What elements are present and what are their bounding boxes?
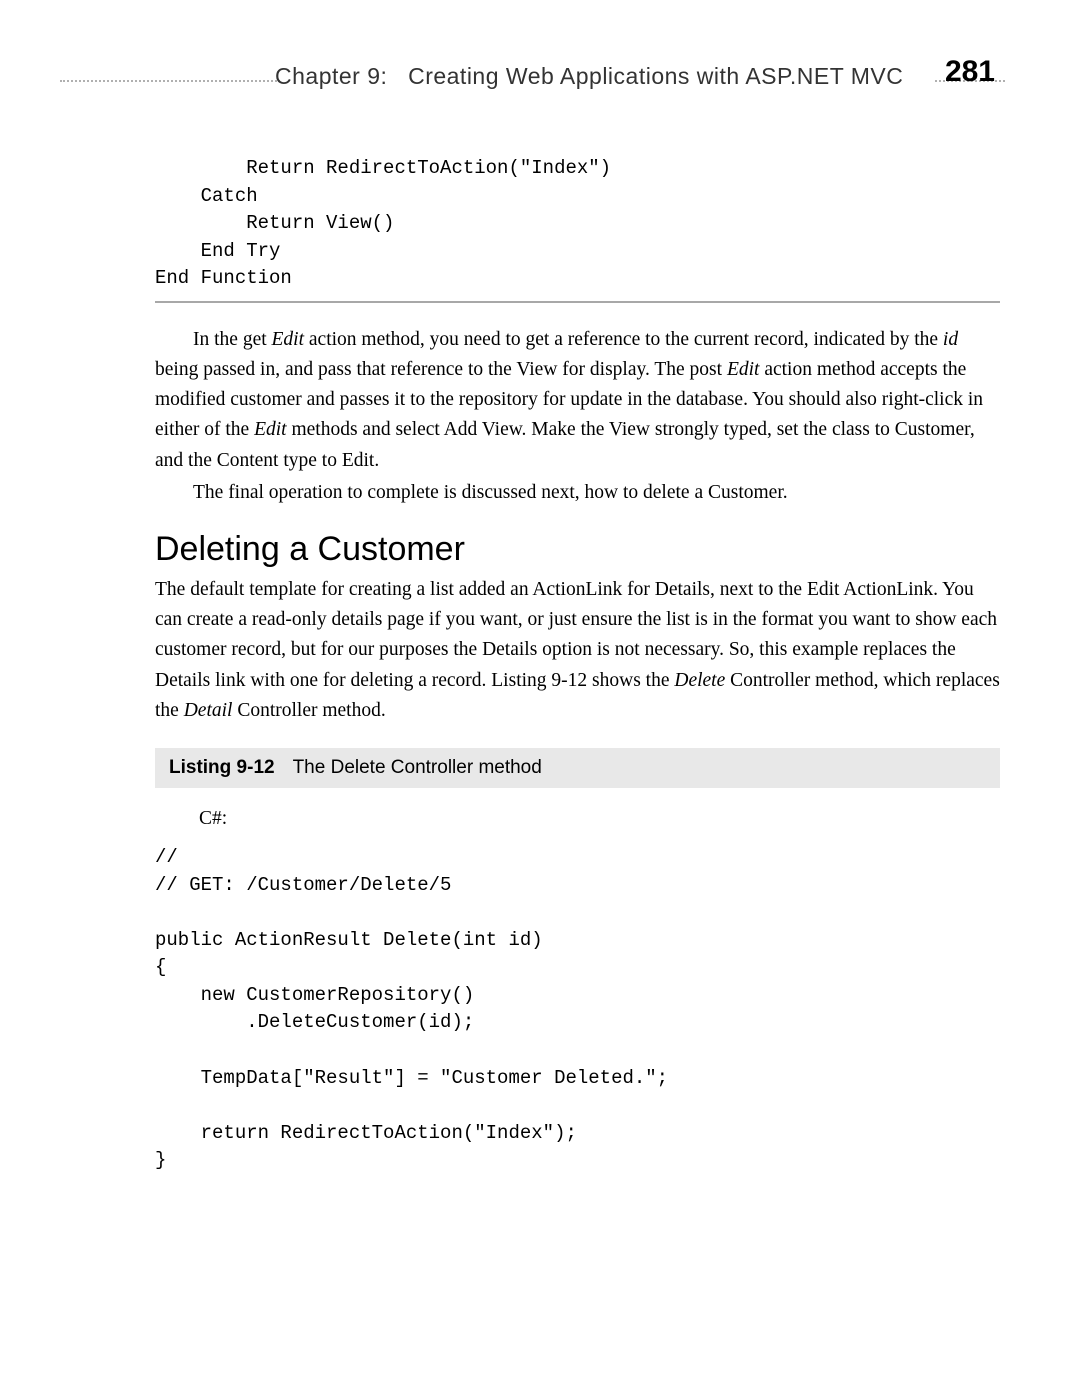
dotted-rule-left — [60, 80, 280, 82]
chapter-name: Creating Web Applications with ASP.NET M… — [408, 63, 903, 89]
listing-title: The Delete Controller method — [293, 757, 542, 778]
language-label: C#: — [199, 808, 1000, 830]
chapter-label: Chapter 9: — [275, 63, 387, 89]
page-number: 281 — [945, 55, 995, 89]
listing-number: Listing 9-12 — [169, 757, 275, 778]
code-block-main: // // GET: /Customer/Delete/5 public Act… — [155, 844, 1000, 1175]
body-paragraph-3: The default template for creating a list… — [155, 575, 1000, 726]
code-block-continuation: Return RedirectToAction("Index") Catch R… — [155, 155, 1000, 293]
divider-rule — [155, 301, 1000, 303]
body-paragraph-1: In the get Edit action method, you need … — [155, 325, 1000, 476]
page-header: Chapter 9: Creating Web Applications wit… — [155, 65, 1000, 95]
chapter-title: Chapter 9: Creating Web Applications wit… — [275, 63, 903, 90]
section-heading: Deleting a Customer — [155, 530, 1000, 569]
body-paragraph-2: The final operation to complete is discu… — [155, 478, 1000, 508]
listing-caption-bar: Listing 9-12 The Delete Controller method — [155, 748, 1000, 788]
